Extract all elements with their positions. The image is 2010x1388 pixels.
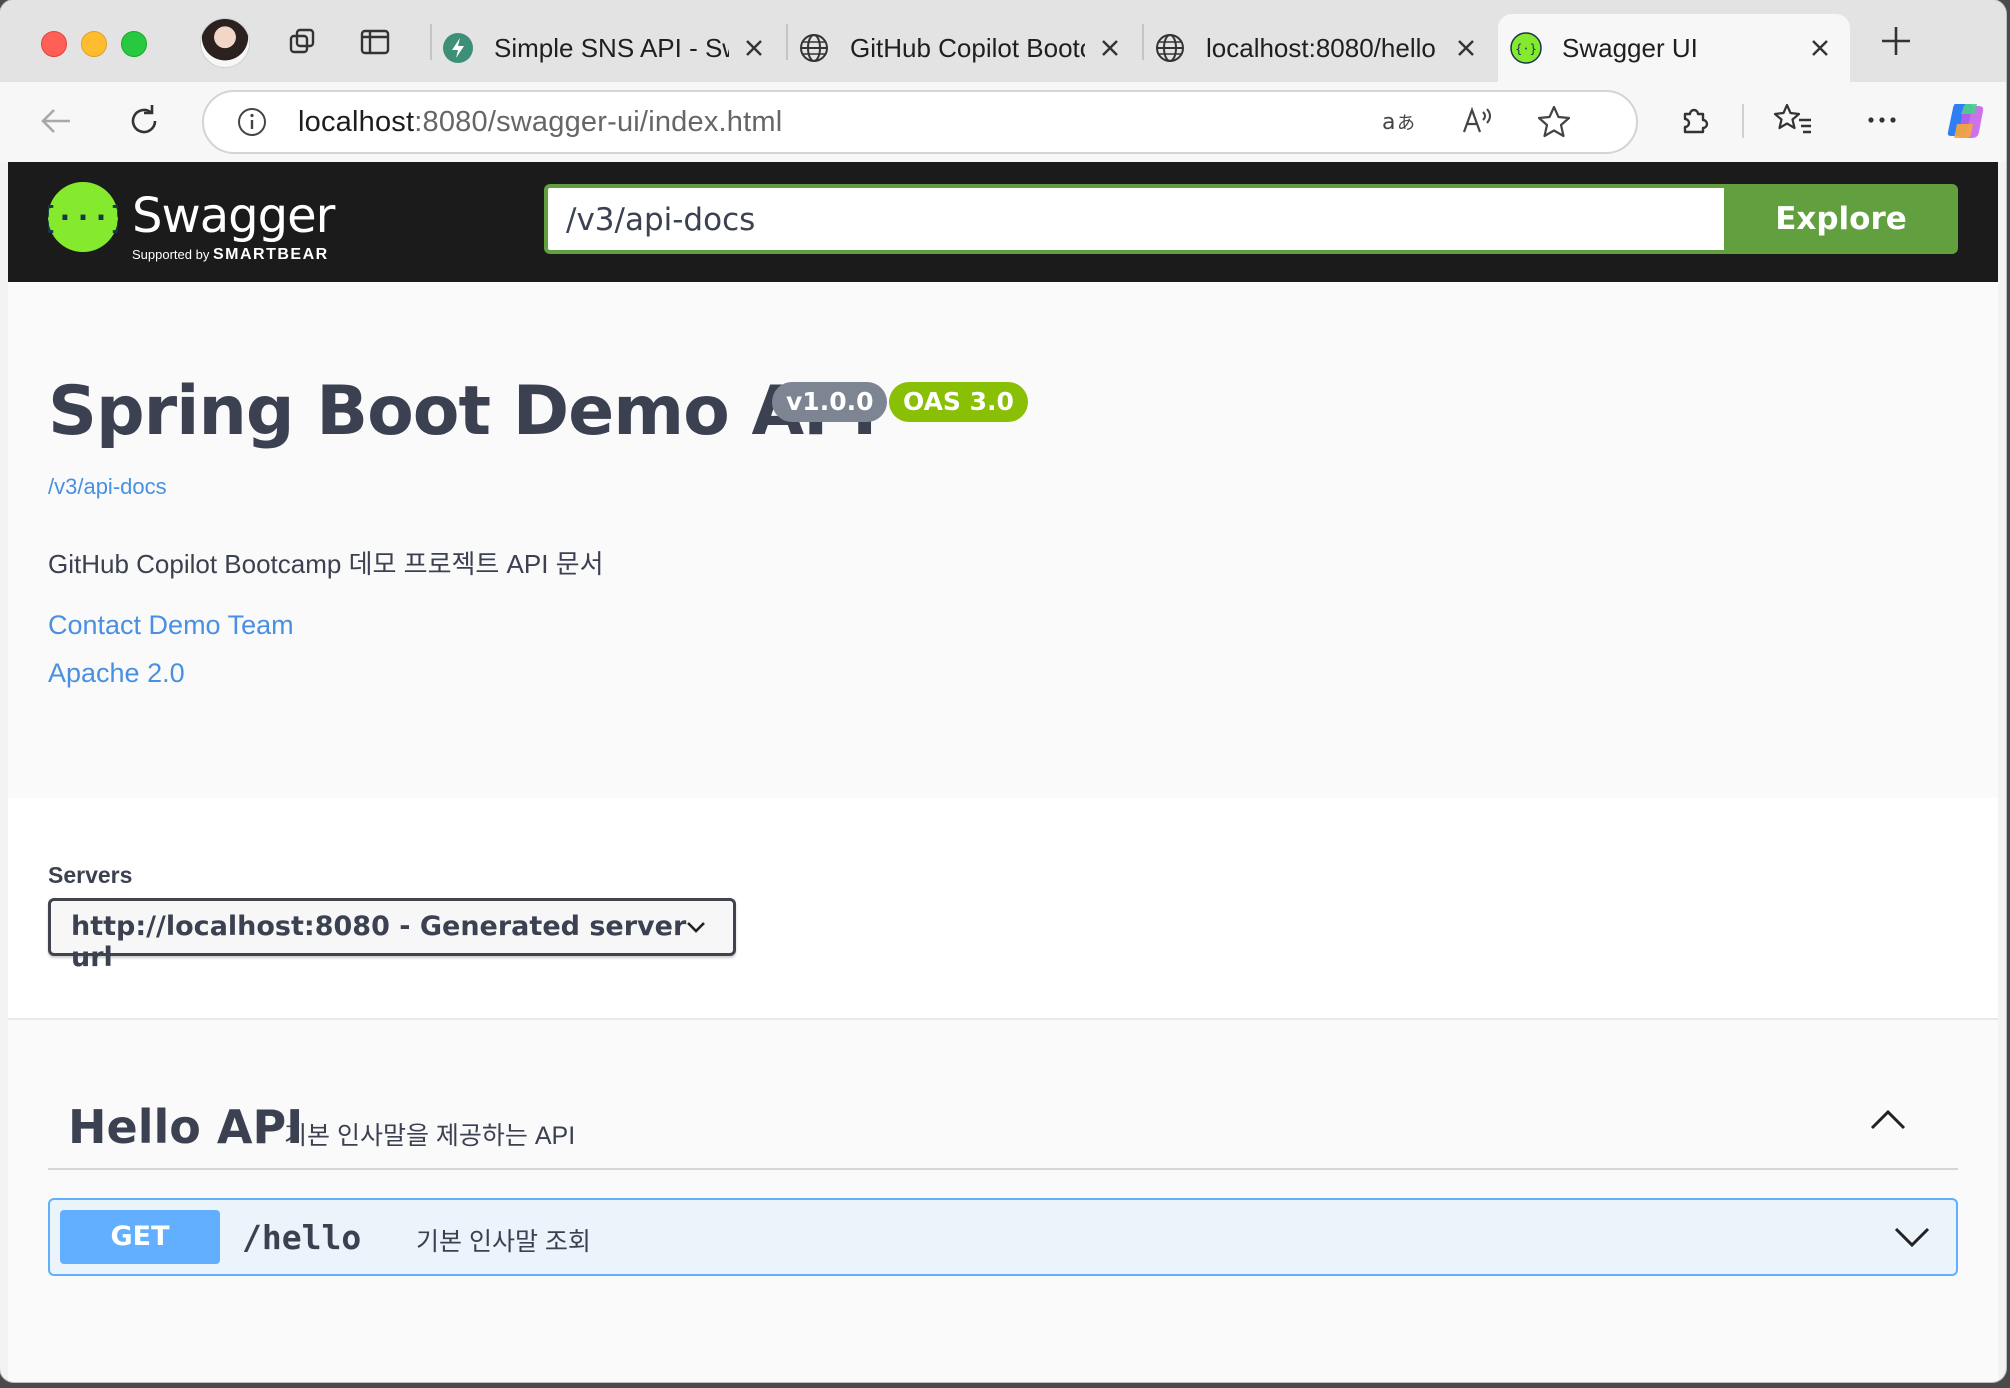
tab-simple-sns-api[interactable]: Simple SNS API - Sw xyxy=(430,14,784,82)
browser-window: Simple SNS API - Sw GitHub Copilot Bootc xyxy=(0,0,2006,1382)
tab-close-icon[interactable] xyxy=(1454,36,1478,60)
tag-description: 기본 인사말을 제공하는 API xyxy=(284,1122,576,1150)
extensions-icon[interactable] xyxy=(1675,100,1715,140)
minimize-window-button[interactable] xyxy=(81,31,107,57)
api-info: Spring Boot Demo API xyxy=(48,372,877,451)
translate-icon[interactable]: a あ xyxy=(1380,104,1420,138)
spec-link[interactable]: /v3/api-docs xyxy=(48,474,167,500)
globe-icon xyxy=(1156,34,1184,62)
api-description: GitHub Copilot Bootcamp 데모 프로젝트 API 문서 xyxy=(48,549,604,579)
tab-title: Simple SNS API - Sw xyxy=(494,32,729,63)
svg-text:{·}: {·} xyxy=(1515,42,1537,56)
address-host: localhost xyxy=(298,106,415,138)
smartbear-logo: SMARTBEAR xyxy=(212,246,329,263)
address-url[interactable]: localhost:8080/swagger-ui/index.html xyxy=(298,106,782,139)
tab-localhost-hello[interactable]: localhost:8080/hello xyxy=(1142,14,1496,82)
tab-title: GitHub Copilot Bootc xyxy=(850,32,1085,63)
toolbar-separator xyxy=(1742,104,1744,138)
more-options-icon[interactable] xyxy=(1862,100,1902,140)
new-tab-icon[interactable] xyxy=(1879,24,1913,58)
swagger-favicon-icon: {·} xyxy=(1510,32,1542,64)
chevron-down-icon[interactable] xyxy=(1892,1224,1932,1250)
tab-close-icon[interactable] xyxy=(1098,36,1122,60)
oas-badge: OAS 3.0 xyxy=(889,382,1028,422)
tag-name: Hello API xyxy=(68,1100,304,1154)
zoom-window-button[interactable] xyxy=(121,31,147,57)
operation-get-hello[interactable]: GET /hello 기본 인사말 조회 xyxy=(48,1198,1958,1276)
api-title: Spring Boot Demo API xyxy=(48,372,877,451)
chevron-down-icon xyxy=(687,922,705,933)
svg-text:{···}: {···} xyxy=(48,201,118,236)
close-window-button[interactable] xyxy=(41,31,67,57)
http-method-badge: GET xyxy=(60,1210,220,1264)
swagger-brand: Swagger xyxy=(132,188,335,244)
read-aloud-icon[interactable] xyxy=(1460,104,1496,138)
profile-avatar[interactable] xyxy=(200,18,250,68)
tag-header-hello-api[interactable]: Hello API 기본 인사말을 제공하는 API xyxy=(48,1072,1958,1170)
server-select[interactable]: http://localhost:8080 - Generated server… xyxy=(48,898,736,973)
tab-close-icon[interactable] xyxy=(1808,36,1832,60)
vertical-tabs-icon[interactable] xyxy=(357,24,393,60)
favorites-icon[interactable] xyxy=(1773,100,1813,140)
swagger-logo-icon[interactable]: {···} xyxy=(38,182,128,252)
browser-toolbar: localhost:8080/swagger-ui/index.html a あ xyxy=(0,82,2006,162)
contact-link[interactable]: Contact Demo Team xyxy=(48,610,294,641)
refresh-icon[interactable] xyxy=(124,101,164,141)
explore-button[interactable]: Explore xyxy=(1724,184,1958,254)
tab-github-copilot-bootcamp[interactable]: GitHub Copilot Bootc xyxy=(786,14,1140,82)
tab-favicon-icon xyxy=(443,33,473,63)
address-path: :8080/swagger-ui/index.html xyxy=(414,106,783,138)
license-link[interactable]: Apache 2.0 xyxy=(48,658,185,689)
tab-title: Swagger UI xyxy=(1562,32,1698,63)
swagger-supported-by: Supported by SMARTBEAR xyxy=(132,246,329,264)
workspaces-icon[interactable] xyxy=(285,24,321,60)
tab-strip: Simple SNS API - Sw GitHub Copilot Bootc xyxy=(0,0,2006,82)
svg-text:a: a xyxy=(1382,110,1395,135)
copilot-icon[interactable] xyxy=(1943,98,1989,144)
supported-by-text: Supported by xyxy=(132,247,210,262)
tab-close-icon[interactable] xyxy=(742,36,766,60)
operation-path: /hello xyxy=(242,1218,362,1257)
tab-title: localhost:8080/hello xyxy=(1206,32,1436,63)
tab-swagger-ui[interactable]: {·} Swagger UI xyxy=(1498,14,1850,82)
spec-url-input[interactable]: /v3/api-docs xyxy=(544,184,1724,254)
version-badge: v1.0.0 xyxy=(772,382,888,422)
globe-icon xyxy=(800,34,828,62)
operation-summary: 기본 인사말 조회 xyxy=(416,1228,591,1256)
site-info-icon[interactable] xyxy=(236,106,268,138)
chevron-up-icon[interactable] xyxy=(1868,1106,1908,1132)
back-arrow-icon[interactable] xyxy=(36,101,76,141)
address-bar[interactable]: localhost:8080/swagger-ui/index.html a あ xyxy=(202,90,1638,154)
servers-label: Servers xyxy=(48,862,133,888)
favorite-star-icon[interactable] xyxy=(1536,104,1572,140)
swagger-logo-glyph-icon: {···} xyxy=(38,201,128,236)
page-content: {···} Swagger Supported by SMARTBEAR /v3… xyxy=(8,162,1998,1382)
svg-text:あ: あ xyxy=(1397,113,1415,134)
swagger-topbar: {···} Swagger Supported by SMARTBEAR /v3… xyxy=(8,162,1998,282)
